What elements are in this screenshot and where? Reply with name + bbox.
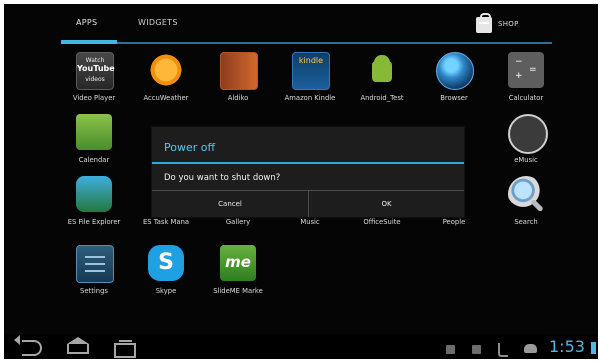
kindle-icon: kindle <box>292 52 330 90</box>
video-player-icon: Watch YouTube videos <box>76 52 115 90</box>
sun-icon <box>148 52 184 88</box>
home-icon[interactable] <box>67 337 89 354</box>
calculator-icon: − = + <box>508 52 544 88</box>
recent-apps-icon[interactable] <box>114 340 136 358</box>
tab-widgets[interactable]: WIDGETS <box>138 18 178 27</box>
app-drawer-tabs: APPS WIDGETS SHOP <box>4 4 598 45</box>
video-icon-text-videos: videos <box>85 76 105 83</box>
app-label: Search <box>514 218 538 226</box>
android-body <box>372 61 392 82</box>
device-frame: APPS WIDGETS SHOP Watch YouTube videos V… <box>0 0 601 362</box>
tab-underline <box>61 42 552 44</box>
app-settings[interactable]: Settings <box>58 245 130 303</box>
plus-symbol: + <box>515 71 523 81</box>
android-screen: APPS WIDGETS SHOP Watch YouTube videos V… <box>4 4 598 359</box>
app-calendar[interactable]: Calendar <box>58 114 130 172</box>
tab-apps[interactable]: APPS <box>76 18 97 27</box>
shop-label: SHOP <box>498 20 519 28</box>
app-browser[interactable]: Browser <box>418 52 490 110</box>
bookshelf-icon <box>220 52 258 90</box>
app-android-test[interactable]: Android_Test <box>346 52 418 110</box>
app-label: SlideME Marke <box>213 287 263 295</box>
shopping-bag-icon <box>476 13 492 33</box>
android-icon <box>524 344 537 353</box>
settings-line <box>85 263 105 265</box>
minus-symbol: − <box>515 57 523 67</box>
app-slideme-market[interactable]: me SlideME Marke <box>202 245 274 303</box>
back-icon[interactable] <box>14 335 42 356</box>
settings-line <box>85 270 105 272</box>
video-icon-text-youtube: YouTube <box>77 64 115 73</box>
shop-button[interactable]: SHOP <box>476 13 538 36</box>
dialog-message: Do you want to shut down? <box>164 173 281 183</box>
dialog-title: Power off <box>164 141 216 154</box>
settings-icon <box>76 245 114 283</box>
globe-icon <box>436 52 474 90</box>
dialog-title-divider <box>152 162 464 164</box>
emusic-icon <box>508 114 548 154</box>
app-es-file-explorer[interactable]: ES File Explorer <box>58 176 130 234</box>
active-tab-indicator <box>61 40 117 44</box>
folder-icon <box>76 176 112 212</box>
system-navigation-bar: 1:53 <box>4 334 598 359</box>
calendar-icon <box>76 114 112 150</box>
app-skype[interactable]: S Skype <box>130 245 202 303</box>
app-amazon-kindle[interactable]: kindle Amazon Kindle <box>274 52 346 110</box>
video-icon-text-watch: Watch <box>85 57 105 64</box>
battery-icon <box>591 342 596 354</box>
slideme-icon: me <box>220 245 256 281</box>
app-accuweather[interactable]: AccuWeather <box>130 52 202 110</box>
app-calculator[interactable]: − = + Calculator <box>490 52 562 110</box>
clock-time: 1:53 <box>549 337 585 356</box>
app-label: Calculator <box>508 94 544 102</box>
app-label: eMusic <box>514 156 538 164</box>
cancel-button[interactable]: Cancel <box>152 191 308 217</box>
android-icon <box>364 52 400 88</box>
equals-symbol: = <box>529 65 537 75</box>
settings-line <box>85 256 105 258</box>
magnifier-icon <box>508 176 544 212</box>
app-emusic[interactable]: eMusic <box>490 114 562 172</box>
notification-icon <box>472 345 481 354</box>
usb-icon <box>498 343 508 357</box>
app-search[interactable]: Search <box>490 176 562 234</box>
app-aldiko[interactable]: Aldiko <box>202 52 274 110</box>
app-video-player[interactable]: Watch YouTube videos Video Player <box>58 52 130 110</box>
power-off-dialog: Power off Do you want to shut down? Canc… <box>151 126 465 218</box>
app-label: Calendar <box>78 156 110 164</box>
ok-button[interactable]: OK <box>309 191 464 217</box>
skype-icon: S <box>148 245 184 281</box>
notification-icon <box>446 345 455 354</box>
